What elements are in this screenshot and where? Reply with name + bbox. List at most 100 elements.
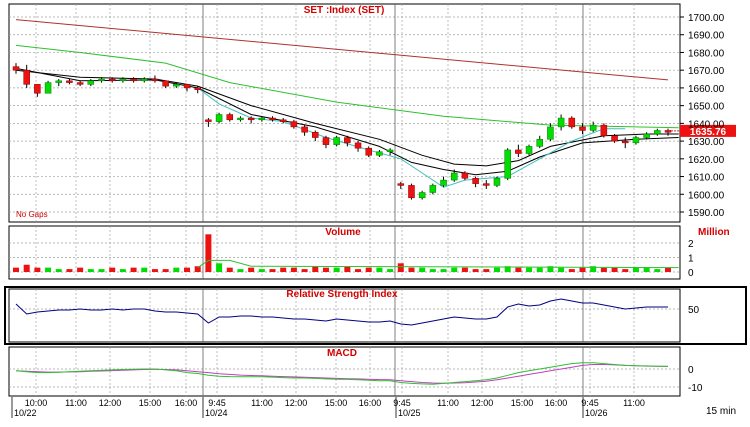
time-tick-label: 16:00: [359, 398, 382, 408]
volume-bar: [322, 267, 329, 272]
volume-bar: [344, 266, 351, 272]
volume-tick-label: 2: [688, 239, 694, 250]
price-tick-label: 1650.00: [688, 102, 725, 113]
candle-body: [151, 78, 159, 82]
candle-body: [408, 185, 415, 199]
date-tick-label: 10/25: [398, 408, 421, 418]
date-tick-label: 10/26: [585, 408, 608, 418]
volume-bar: [226, 267, 233, 272]
volume-bar: [600, 267, 607, 272]
time-tick-label: 15:00: [139, 398, 162, 408]
volume-bar: [312, 266, 319, 272]
volume-bar: [290, 267, 297, 272]
volume-bar: [643, 267, 650, 272]
volume-bar: [66, 269, 73, 272]
volume-bar: [248, 267, 255, 272]
time-tick-label: 11:00: [251, 398, 273, 408]
candle-body: [215, 114, 223, 122]
candle-body: [141, 78, 148, 82]
volume-bar: [173, 267, 180, 272]
time-tick-label: 11:00: [623, 398, 645, 408]
candle-body: [525, 146, 533, 154]
price-tick-label: 1660.00: [688, 84, 725, 95]
candle-body: [237, 117, 244, 121]
time-tick-label: 16:00: [545, 398, 568, 408]
candle-body: [23, 69, 30, 85]
volume-bar: [34, 267, 41, 272]
volume-bar: [376, 267, 383, 272]
volume-bar: [130, 267, 137, 272]
volume-bar: [184, 267, 191, 272]
candle-body: [440, 179, 447, 186]
candle-body: [119, 78, 127, 82]
volume-bar: [162, 269, 169, 272]
rsi-tick-label: 50: [688, 305, 700, 316]
candle-body: [66, 80, 73, 83]
price-panel-title: SET :Index (SET): [304, 5, 385, 16]
price-tick-label: 1610.00: [688, 173, 725, 184]
candle-body: [205, 119, 212, 122]
candle-body: [98, 78, 105, 82]
price-tick-label: 1600.00: [688, 190, 725, 201]
macd-panel-title: MACD: [327, 348, 357, 359]
time-tick-label: 9:45: [581, 398, 599, 408]
candle-body: [643, 133, 650, 138]
candle-body: [472, 178, 479, 184]
volume-bar: [301, 269, 308, 272]
price-tick-label: 1630.00: [688, 137, 725, 148]
volume-bar: [269, 269, 276, 272]
volume-bar: [98, 269, 105, 272]
time-tick-label: 12:00: [99, 398, 122, 408]
time-tick-label: 16:00: [175, 398, 198, 408]
candle-body: [87, 80, 95, 85]
volume-tick-label: 0: [688, 268, 694, 279]
candle-body: [536, 139, 543, 147]
volume-bar: [622, 269, 629, 272]
macd-tick-label: -10: [688, 383, 703, 394]
volume-bar: [515, 267, 522, 272]
candle-body: [44, 82, 52, 94]
candle-body: [269, 117, 276, 121]
candle-body: [483, 183, 490, 186]
price-tick-label: 1680.00: [688, 48, 725, 59]
volume-bar: [216, 263, 223, 272]
price-tick-label: 1640.00: [688, 119, 725, 130]
volume-bar: [141, 267, 148, 272]
volume-bar: [280, 267, 287, 272]
volume-panel-unit: Million: [698, 227, 730, 238]
candle-body: [312, 131, 319, 138]
volume-bar: [429, 269, 436, 272]
volume-bar: [119, 269, 126, 272]
candle-body: [34, 84, 41, 94]
time-tick-label: 11:00: [437, 398, 459, 408]
macd-tick-label: 0: [688, 365, 694, 376]
volume-bar: [461, 267, 468, 272]
candle-body: [418, 192, 426, 199]
volume-bar: [87, 269, 94, 272]
volume-bar: [23, 264, 30, 272]
time-tick-label: 9:45: [208, 398, 226, 408]
volume-bar: [654, 269, 661, 272]
candle-body: [173, 84, 180, 87]
interval-label: 15 min: [706, 406, 736, 417]
candle-body: [290, 121, 298, 128]
date-tick-label: 10/24: [205, 408, 228, 418]
volume-bar: [440, 269, 447, 272]
chart-canvas: 1635.76 SET :Index (SET) No Gaps Volume …: [4, 3, 747, 418]
volume-bar: [472, 269, 479, 272]
candle-body: [76, 82, 84, 85]
candle-body: [397, 183, 405, 186]
volume-bar: [109, 267, 116, 272]
price-tick-label: 1590.00: [688, 208, 725, 219]
candle-body: [589, 124, 597, 131]
volume-bar: [45, 267, 52, 272]
candle-body: [301, 126, 308, 133]
volume-bar: [237, 269, 244, 272]
candle-body: [333, 137, 340, 145]
candle-body: [557, 117, 565, 128]
volume-bar: [536, 267, 543, 272]
candle-body: [547, 126, 554, 140]
volume-bar: [205, 234, 212, 272]
price-panel-note: No Gaps: [16, 210, 48, 219]
volume-bar: [558, 267, 565, 272]
